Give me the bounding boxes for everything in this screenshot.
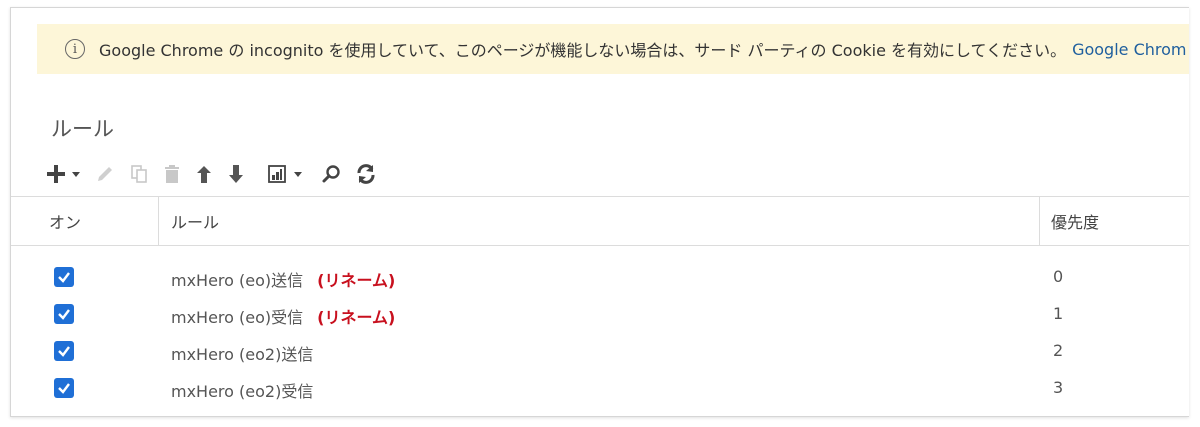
rules-toolbar xyxy=(45,156,391,192)
incognito-warning-banner: i Google Chrome の incognito を使用していて、このペー… xyxy=(37,24,1189,74)
arrow-down-icon xyxy=(229,165,243,183)
column-divider xyxy=(158,197,159,245)
plus-icon xyxy=(47,165,65,183)
arrow-up-icon xyxy=(197,166,211,183)
refresh-button[interactable] xyxy=(355,159,377,189)
table-row[interactable]: mxHero (eo)送信 (リネーム) 0 xyxy=(11,258,1189,295)
table-row[interactable]: mxHero (eo2)送信 2 xyxy=(11,332,1189,369)
table-header: オン ルール 優先度 xyxy=(11,196,1189,246)
table-row[interactable]: mxHero (eo2)受信 3 xyxy=(11,369,1189,406)
enabled-checkbox[interactable] xyxy=(54,341,74,361)
rule-priority: 3 xyxy=(1053,378,1064,397)
banner-text: Google Chrome の incognito を使用していて、このページが… xyxy=(99,41,1067,60)
rule-name: mxHero (eo2)受信 xyxy=(171,382,314,401)
rule-name: mxHero (eo)送信 xyxy=(171,271,304,290)
rule-priority: 0 xyxy=(1053,267,1064,286)
enabled-checkbox[interactable] xyxy=(54,304,74,324)
rename-annotation: (リネーム) xyxy=(317,308,396,327)
search-icon xyxy=(322,165,340,183)
rule-name: mxHero (eo2)送信 xyxy=(171,345,314,364)
copy-button[interactable] xyxy=(129,159,149,189)
refresh-icon xyxy=(357,164,375,184)
rule-name: mxHero (eo)受信 xyxy=(171,308,304,327)
edit-button[interactable] xyxy=(95,159,115,189)
export-button[interactable] xyxy=(267,159,287,189)
trash-icon xyxy=(165,165,179,183)
export-dropdown-button[interactable] xyxy=(293,159,303,189)
checkmark-icon xyxy=(58,346,70,357)
search-button[interactable] xyxy=(321,159,341,189)
add-button[interactable] xyxy=(45,159,67,189)
column-header-rule[interactable]: ルール xyxy=(171,209,219,233)
move-down-button[interactable] xyxy=(227,159,245,189)
checkmark-icon xyxy=(58,309,70,320)
checkmark-icon xyxy=(58,383,70,394)
enabled-checkbox[interactable] xyxy=(54,378,74,398)
page-title: ルール xyxy=(51,117,114,141)
column-header-priority[interactable]: 優先度 xyxy=(1051,209,1099,233)
checkmark-icon xyxy=(58,272,70,283)
enabled-checkbox[interactable] xyxy=(54,267,74,287)
banner-link[interactable]: Google Chrom xyxy=(1072,40,1186,59)
info-circle-icon: i xyxy=(65,39,85,59)
pencil-icon xyxy=(98,167,112,181)
rename-annotation: (リネーム) xyxy=(317,271,396,290)
rule-priority: 2 xyxy=(1053,341,1064,360)
column-header-on[interactable]: オン xyxy=(49,209,81,233)
table-row[interactable]: mxHero (eo)受信 (リネーム) 1 xyxy=(11,295,1189,332)
copy-icon xyxy=(131,165,147,183)
move-up-button[interactable] xyxy=(195,159,213,189)
column-divider xyxy=(1039,197,1040,245)
rule-priority: 1 xyxy=(1053,304,1064,323)
caret-down-icon xyxy=(72,172,80,177)
rules-table: オン ルール 優先度 mxHero (eo)送信 (リネーム) 0 mxHero … xyxy=(11,196,1189,406)
caret-down-icon xyxy=(294,172,302,177)
export-icon xyxy=(268,165,286,183)
delete-button[interactable] xyxy=(163,159,181,189)
add-dropdown-button[interactable] xyxy=(71,159,81,189)
rules-panel: i Google Chrome の incognito を使用していて、このペー… xyxy=(10,7,1189,417)
